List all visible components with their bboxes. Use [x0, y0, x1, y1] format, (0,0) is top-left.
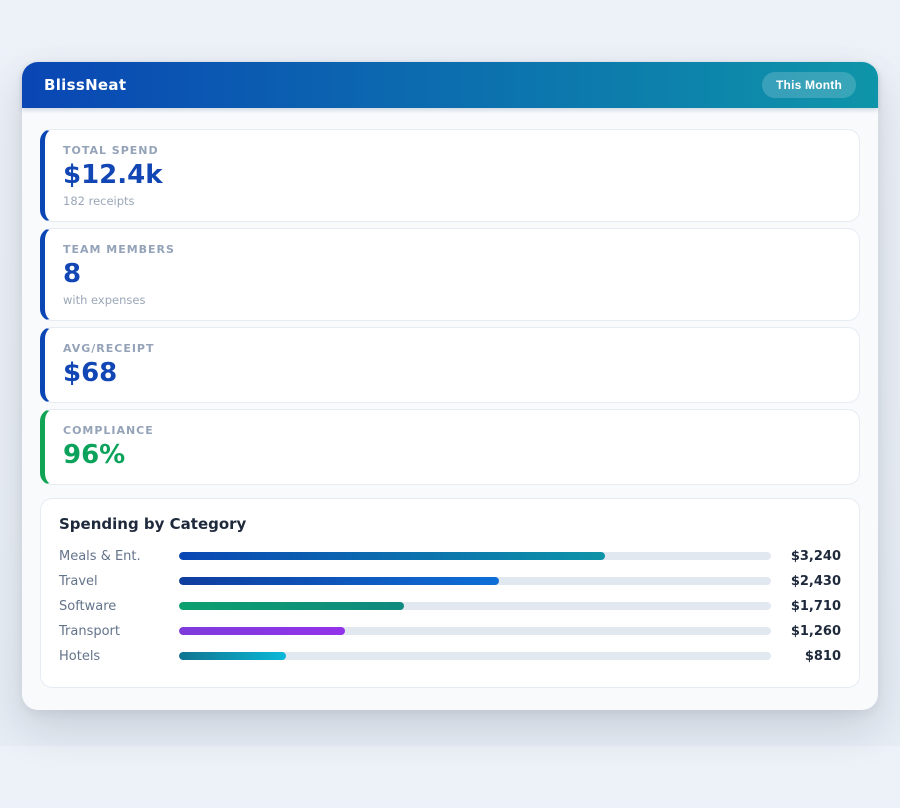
stat-label: TEAM MEMBERS — [63, 243, 841, 256]
category-label: Software — [59, 599, 179, 614]
stat-label: TOTAL SPEND — [63, 144, 841, 157]
bar-track — [179, 627, 771, 635]
dashboard-content: TOTAL SPEND $12.4k 182 receipts TEAM MEM… — [22, 108, 878, 710]
bar-fill — [179, 652, 286, 660]
stat-card: TEAM MEMBERS 8 with expenses — [40, 228, 860, 321]
stat-value: 96% — [63, 441, 841, 471]
bar-track — [179, 602, 771, 610]
category-value: $810 — [771, 649, 841, 664]
bar-track — [179, 652, 771, 660]
bar-fill — [179, 602, 404, 610]
bar-track — [179, 577, 771, 585]
chart-row: Meals & Ent. $3,240 — [59, 544, 841, 569]
category-label: Travel — [59, 574, 179, 589]
category-value: $1,710 — [771, 599, 841, 614]
stat-card: AVG/RECEIPT $68 — [40, 327, 860, 403]
category-label: Hotels — [59, 649, 179, 664]
stat-card: COMPLIANCE 96% — [40, 409, 860, 485]
chart-rows: Meals & Ent. $3,240 Travel $2,430 Software $1… — [59, 544, 841, 669]
bar-fill — [179, 552, 605, 560]
category-value: $2,430 — [771, 574, 841, 589]
app-title: BlissNeat — [44, 76, 126, 94]
chart-row: Travel $2,430 — [59, 569, 841, 594]
stat-value: $12.4k — [63, 161, 841, 191]
bar-fill — [179, 627, 345, 635]
category-label: Meals & Ent. — [59, 549, 179, 564]
stat-label: COMPLIANCE — [63, 424, 841, 437]
stat-card: TOTAL SPEND $12.4k 182 receipts — [40, 129, 860, 222]
dashboard-panel: BlissNeat This Month TOTAL SPEND $12.4k … — [22, 62, 878, 710]
stat-value: 8 — [63, 260, 841, 290]
stat-sub: with expenses — [63, 293, 841, 307]
stat-label: AVG/RECEIPT — [63, 342, 841, 355]
chart-row: Hotels $810 — [59, 644, 841, 669]
stat-sub: 182 receipts — [63, 194, 841, 208]
chart-row: Software $1,710 — [59, 594, 841, 619]
chart-row: Transport $1,260 — [59, 619, 841, 644]
stat-value: $68 — [63, 359, 841, 389]
bar-fill — [179, 577, 499, 585]
chart-title: Spending by Category — [59, 515, 841, 533]
app-header: BlissNeat This Month — [22, 62, 878, 108]
bar-track — [179, 552, 771, 560]
category-label: Transport — [59, 624, 179, 639]
category-value: $1,260 — [771, 624, 841, 639]
category-value: $3,240 — [771, 549, 841, 564]
spending-by-category-chart: Spending by Category Meals & Ent. $3,240 T… — [40, 498, 860, 688]
period-badge[interactable]: This Month — [762, 72, 856, 98]
